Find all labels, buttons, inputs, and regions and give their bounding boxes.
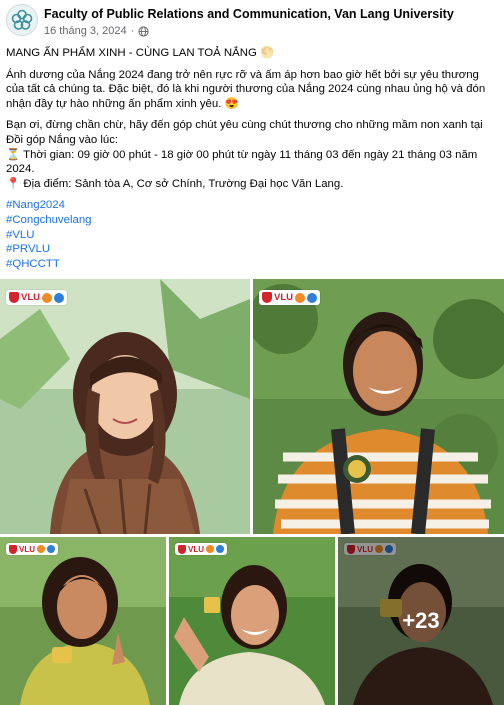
post-header: Faculty of Public Relations and Communic… (0, 0, 504, 44)
gallery-photo-2[interactable]: VLU (253, 279, 504, 534)
page-name-link[interactable]: Faculty of Public Relations and Communic… (44, 7, 454, 21)
photo-2-image (253, 279, 504, 534)
post-place: 📍 Địa điểm: Sảnh tòa A, Cơ sở Chính, Trư… (6, 177, 344, 190)
hashtag-congchuvelang[interactable]: #Congchuvelang (6, 213, 498, 228)
badge-vlu-text: VLU (21, 292, 40, 303)
post-body: MANG ẤN PHẨM XINH - CÙNG LAN TOẢ NẮNG 🌕 … (6, 46, 498, 271)
photo-4-image (169, 537, 335, 705)
meta-separator: · (130, 25, 135, 37)
hashtag-vlu[interactable]: #VLU (6, 228, 498, 243)
more-photos-count: +23 (402, 608, 440, 633)
faculty-logo-icon (37, 545, 45, 553)
photo-gallery: VLU VLU VLU VLU VLU +23 (0, 279, 504, 705)
post-meta: 16 tháng 3, 2024 · (44, 25, 149, 37)
vlu-badge: VLU (6, 290, 67, 305)
vlu-badge: VLU (175, 543, 227, 555)
badge-vlu-text: VLU (274, 292, 293, 303)
post-invite: Bạn ơi, đừng chần chừ, hãy đến góp chút … (6, 119, 483, 146)
vlu-shield-icon (262, 292, 272, 303)
badge-vlu-text: VLU (19, 544, 35, 554)
hashtag-qhcctt[interactable]: #QHCCTT (6, 257, 498, 272)
post-title: MANG ẤN PHẨM XINH - CÙNG LAN TOẢ NẮNG 🌕 (6, 47, 275, 59)
gallery-photo-4[interactable]: VLU (169, 537, 335, 705)
vlu-shield-icon (9, 292, 19, 303)
photo-3-image (0, 537, 166, 705)
union-logo-icon (216, 545, 224, 553)
vlu-shield-icon (178, 544, 186, 554)
gallery-photo-1[interactable]: VLU (0, 279, 250, 534)
vlu-badge: VLU (6, 543, 58, 555)
badge-vlu-text: VLU (188, 544, 204, 554)
post-date[interactable]: 16 tháng 3, 2024 (44, 25, 127, 37)
union-logo-icon (54, 292, 64, 303)
hashtag-prvlu[interactable]: #PRVLU (6, 242, 498, 257)
gallery-photo-more[interactable]: VLU +23 (338, 537, 504, 705)
more-photos-overlay[interactable]: +23 (338, 537, 504, 705)
vlu-shield-icon (9, 544, 17, 554)
vlu-badge: VLU (259, 290, 320, 305)
union-logo-icon (47, 545, 55, 553)
faculty-logo-icon (42, 292, 52, 303)
faculty-logo-icon (206, 545, 214, 553)
flower-logo-icon (11, 9, 33, 30)
union-logo-icon (307, 292, 317, 303)
gallery-photo-3[interactable]: VLU (0, 537, 166, 705)
post-time: ⏳ Thời gian: 09 giờ 00 phút - 18 giờ 00 … (6, 148, 478, 176)
photo-1-image (0, 279, 250, 534)
post-intro: Ánh dương của Nắng 2024 đang trở nên rực… (6, 68, 486, 110)
page-avatar[interactable] (6, 4, 38, 36)
globe-icon[interactable] (138, 25, 149, 37)
faculty-logo-icon (295, 292, 305, 303)
hashtag-nang2024[interactable]: #Nang2024 (6, 198, 498, 213)
